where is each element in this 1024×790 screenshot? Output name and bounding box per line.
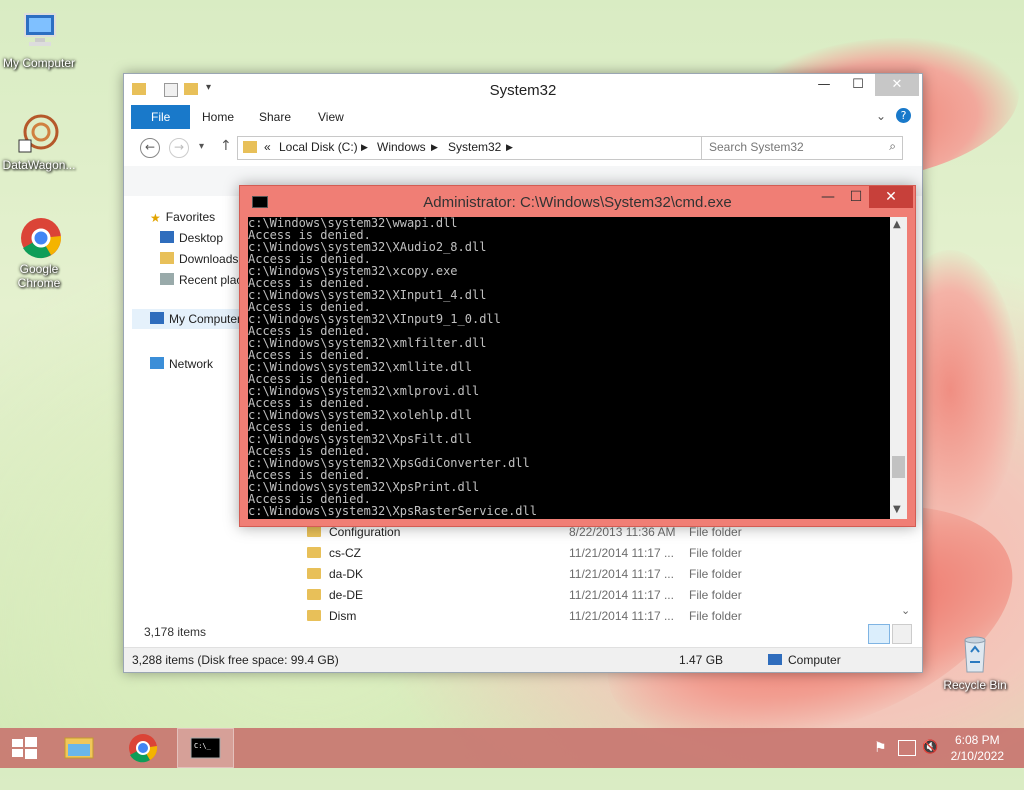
computer-icon [150,312,164,324]
address-bar[interactable]: « Local Disk (C:) ▶ Windows ▶ System32 ▶… [237,136,779,160]
tab-file[interactable]: File [131,105,191,129]
minimize-button[interactable]: — [807,74,841,96]
nav-desktop[interactable]: Desktop [160,231,223,245]
folder-icon [307,589,321,600]
nav-network[interactable]: Network [150,357,213,371]
windows-logo-icon [12,737,37,759]
up-button[interactable]: ↑ [220,138,232,154]
cmd-titlebar[interactable]: Administrator: C:\Windows\System32\cmd.e… [240,186,915,216]
nav-downloads[interactable]: Downloads [160,252,238,266]
breadcrumb-windows[interactable]: Windows [377,140,426,154]
downloads-icon [160,252,174,264]
taskbar-file-explorer[interactable] [53,728,105,768]
back-button[interactable]: ← [140,138,160,158]
list-item[interactable]: Dism 11/21/2014 11:17 ... File folder [307,606,907,627]
cmd-icon: C:\_ [190,737,221,759]
file-explorer-icon [64,737,94,759]
help-icon[interactable]: ? [896,108,911,123]
chrome-icon [129,734,158,763]
close-button[interactable]: ✕ [875,74,919,96]
nav-favorites[interactable]: ★ Favorites [150,210,215,225]
status-location: Computer [788,653,841,667]
ribbon-tabs: File Home Share View ⌄ ? [124,105,922,129]
maximize-button[interactable]: ☐ [841,74,875,96]
tab-home[interactable]: Home [190,105,246,129]
nav-item-count: 3,178 items [144,625,207,639]
status-items: 3,288 items (Disk free space: 99.4 GB) [132,653,339,667]
list-item[interactable]: de-DE 11/21/2014 11:17 ... File folder [307,585,907,606]
action-center-flag-icon[interactable]: ⚑ [874,740,887,756]
folder-icon [307,526,321,537]
recycle-bin-icon [953,632,997,676]
start-button[interactable] [0,728,48,768]
details-view-button[interactable] [868,624,890,644]
svg-text:C:\_: C:\_ [194,742,212,750]
recent-places-icon [160,273,174,285]
breadcrumb-local-disk[interactable]: Local Disk (C:) [279,140,358,154]
network-tray-icon[interactable] [898,740,916,756]
large-icons-view-button[interactable] [892,624,912,644]
taskbar-chrome[interactable] [117,728,169,768]
address-prefix: « [264,140,271,154]
status-bar: 3,288 items (Disk free space: 99.4 GB) 1… [124,647,922,672]
desktop-icon-label: Recycle Bin [943,678,1007,692]
close-button[interactable]: ✕ [869,186,913,208]
desktop-icon-recycle-bin[interactable]: Recycle Bin [935,632,1015,692]
desktop-icon-label: My Computer [2,56,76,70]
folder-icon [307,568,321,579]
minimize-button[interactable]: — [814,186,842,208]
clock-date: 2/10/2022 [950,749,1004,763]
folder-icon [307,547,321,558]
search-input[interactable]: Search System32 [709,140,804,154]
recent-locations-icon[interactable]: ▾ [199,141,204,152]
list-item[interactable]: da-DK 11/21/2014 11:17 ... File folder [307,564,907,585]
tab-view[interactable]: View [306,105,356,129]
desktop-icon-label: Google Chrome [17,262,61,290]
forward-button[interactable]: → [169,138,189,158]
chevron-right-icon: ▶ [506,142,513,152]
console-output[interactable]: c:\Windows\system32\wwapi.dll Access is d… [248,217,890,519]
folder-icon [243,141,257,153]
console-scrollbar[interactable]: ▲ ▼ [890,217,907,519]
navigation-pane: ★ Favorites Desktop Downloads Recent plac… [124,196,270,626]
scroll-down-icon[interactable]: ⌄ [901,604,910,617]
desktop-icon-label: DataWagon... [2,158,76,172]
chevron-right-icon: ▶ [431,142,438,152]
search-box[interactable]: Search System32 ⌕ [701,136,903,160]
cmd-window[interactable]: Administrator: C:\Windows\System32\cmd.e… [239,185,916,527]
tab-share[interactable]: Share [247,105,303,129]
address-row: ← → ▾ ↑ « Local Disk (C:) ▶ Windows ▶ Sy… [124,132,922,166]
explorer-titlebar[interactable]: ▾ System32 — ☐ ✕ [124,74,922,104]
scroll-down-icon[interactable]: ▼ [893,504,901,515]
folder-icon [307,610,321,621]
taskbar: C:\_ ⚑ 🔇 6:08 PM 2/10/2022 [0,728,1024,768]
desktop-icon-my-computer[interactable]: My Computer [0,10,79,70]
console-line: c:\Windows\system32\XpsRasterService.dll [248,504,537,518]
network-icon [150,357,164,369]
expand-ribbon-icon[interactable]: ⌄ [876,109,886,123]
star-icon: ★ [150,211,161,225]
desktop-icon-google-chrome[interactable]: Google Chrome [0,216,79,290]
window-title: System32 [489,82,557,99]
chevron-right-icon: ▶ [361,142,368,152]
volume-muted-icon[interactable]: 🔇 [922,740,938,755]
clock-time: 6:08 PM [954,733,1000,747]
computer-icon [768,654,782,665]
datawagon-icon [17,112,61,156]
chrome-icon [17,216,62,260]
breadcrumb-system32[interactable]: System32 [448,140,501,154]
maximize-button[interactable]: ☐ [842,186,870,208]
desktop-icon-datawagon[interactable]: DataWagon... [0,112,79,172]
taskbar-cmd[interactable]: C:\_ [177,728,234,768]
desktop-icon [160,231,174,243]
status-size: 1.47 GB [679,653,724,667]
scroll-up-icon[interactable]: ▲ [893,219,901,230]
clock[interactable]: 6:08 PM 2/10/2022 [951,732,1004,764]
list-item[interactable]: cs-CZ 11/21/2014 11:17 ... File folder [307,543,907,564]
search-icon[interactable]: ⌕ [889,139,896,154]
computer-icon [17,10,61,54]
scrollbar-thumb[interactable] [892,456,905,478]
